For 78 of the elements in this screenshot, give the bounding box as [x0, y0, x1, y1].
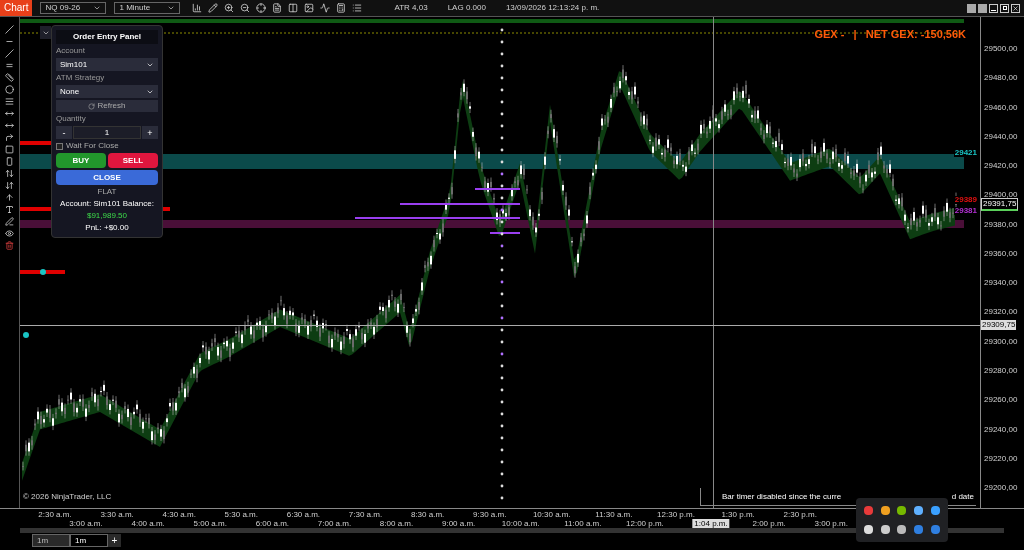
time-tick: 3:30 a.m. [100, 510, 134, 519]
sell-button[interactable]: SELL [108, 153, 158, 168]
price-tick: 29280,00 [984, 366, 1018, 375]
lag-text: LAG 0.000 [447, 2, 486, 14]
time-tick: 7:30 a.m. [348, 510, 383, 519]
time-tick: 8:30 a.m. [410, 510, 445, 519]
chart-tab[interactable]: 1m [70, 534, 108, 547]
time-tick: 8:00 a.m. [379, 519, 414, 528]
price-tick: 29380,00 [984, 220, 1018, 229]
level-label: 29381 [953, 207, 978, 215]
refresh-button[interactable]: Refresh [56, 100, 158, 112]
increment-button[interactable]: + [142, 126, 158, 139]
time-tick: 3:00 p.m. [814, 519, 848, 528]
field-label: ATM Strategy [56, 73, 106, 83]
price-tick: 29340,00 [984, 279, 1018, 288]
price-tick: 29500,00 [984, 45, 1018, 53]
instrument-dropdown[interactable]: NQ 09-26 [40, 2, 107, 14]
crosshair-price-label: 29309,75 [981, 320, 1017, 330]
price-tick: 29460,00 [984, 103, 1018, 112]
balance-text: $91,989.50 [85, 211, 128, 221]
time-tick: 10:00 a.m. [501, 519, 540, 528]
account-dropdown[interactable]: Sim101 [56, 58, 158, 71]
atr-text: ATR 4,03 [394, 2, 428, 14]
time-tick: 9:30 a.m. [473, 510, 507, 519]
datetime-text: 13/09/2026 12:13:24 p. m. [505, 2, 600, 14]
time-tick: 5:00 a.m. [193, 519, 227, 528]
time-tick: 6:30 a.m. [286, 510, 321, 519]
time-tick: 11:00 a.m. [564, 519, 602, 528]
time-tick: 9:00 a.m. [441, 519, 476, 528]
price-tick: 29200,00 [984, 484, 1018, 493]
price-tick: 29260,00 [984, 396, 1018, 405]
time-tick: 1:30 p.m. [721, 510, 755, 519]
price-tick: 29360,00 [984, 249, 1018, 258]
chart-tab[interactable]: 1m [32, 534, 70, 547]
price-tick: 29240,00 [984, 425, 1018, 434]
decrement-button[interactable]: - [56, 126, 72, 139]
price-tick: 29400,00 [984, 191, 1018, 200]
field-label: Quantity [56, 114, 87, 124]
time-tick: 6:00 a.m. [255, 519, 289, 528]
level-label: 29389 [953, 196, 978, 204]
time-tick: 11:30 a.m. [595, 510, 633, 519]
close-position-button[interactable]: CLOSE [56, 170, 158, 185]
time-tick: 12:00 p.m. [626, 519, 664, 528]
crosshair-time-label: 1:04 p.m. [692, 519, 730, 528]
chart-tab[interactable]: Chart [0, 0, 33, 16]
time-tick: 2:30 a.m. [38, 510, 72, 519]
level-label: 29421 [953, 149, 978, 157]
copyright-text: © 2026 NinjaTrader, LLC [23, 491, 112, 503]
time-tick: 12:30 p.m. [657, 510, 695, 519]
interval-dropdown[interactable]: 1 Minute [114, 2, 181, 14]
time-tick: 4:00 a.m. [131, 519, 165, 528]
bar-timer-text: Bar timer disabled since the curre [722, 491, 842, 503]
price-tick: 29420,00 [984, 162, 1018, 171]
panel-title: Order Entry Panel [56, 30, 158, 44]
bar-timer-text: d date [951, 491, 974, 503]
quantity-field[interactable]: 1 [73, 126, 141, 139]
buy-button[interactable]: BUY [56, 153, 106, 168]
time-tick: 2:30 p.m. [783, 510, 817, 519]
last-price-label: 29391,75 [981, 198, 1019, 211]
pnl-text: PnL: +$0.00 [84, 223, 130, 233]
atm-dropdown[interactable]: None [56, 85, 158, 98]
gex-text: GEX - | NET GEX: -150,56K [814, 27, 966, 42]
time-tick: 5:30 a.m. [224, 510, 258, 519]
time-tick: 2:00 p.m. [752, 519, 786, 528]
field-label: Account [56, 46, 86, 56]
add-tab-button[interactable]: + [108, 534, 121, 547]
time-tick: 7:00 a.m. [317, 519, 352, 528]
price-tick: 29320,00 [984, 308, 1018, 317]
account-text: Account: Sim101 Balance: [59, 199, 155, 209]
price-tick: 29300,00 [984, 337, 1018, 346]
time-tick: 3:00 a.m. [69, 519, 103, 528]
checkbox-label: Wait For Close [66, 141, 119, 151]
price-tick: 29480,00 [984, 74, 1018, 83]
price-tick: 29440,00 [984, 132, 1018, 141]
time-tick: 10:30 a.m. [532, 510, 571, 519]
position-status: FLAT [96, 187, 118, 197]
price-tick: 29220,00 [984, 454, 1018, 463]
time-tick: 4:30 a.m. [162, 510, 196, 519]
